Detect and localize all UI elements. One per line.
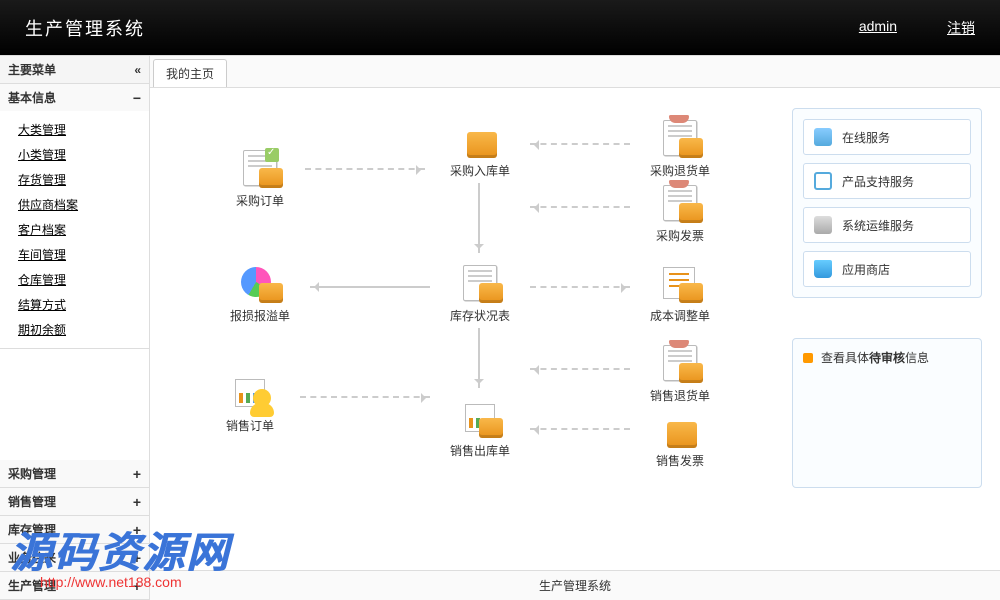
arrow-icon [478,328,480,388]
arrow-icon [530,286,630,288]
audit-text: 查看具体待审核信息 [821,349,929,366]
clipboard-box-icon [655,343,705,383]
node-purchase-order[interactable]: 采购订单 [220,148,300,209]
service-ops-button[interactable]: 系统运维服务 [803,207,971,243]
chart-person-icon [225,373,275,413]
node-cost-adjust[interactable]: 成本调整单 [640,263,720,324]
sidebar-section-header[interactable]: 采购管理+ [0,460,149,487]
monitor-icon [814,172,832,190]
plus-icon: + [133,578,141,594]
arrow-icon [530,143,630,145]
node-purchase-return[interactable]: 采购退货单 [640,118,720,179]
user-link[interactable]: admin [859,18,897,38]
sidebar-item[interactable]: 结算方式 [18,292,149,317]
app-title: 生产管理系统 [25,15,145,41]
sidebar-item[interactable]: 小类管理 [18,142,149,167]
sidebar-item[interactable]: 供应商档案 [18,192,149,217]
node-sales-out[interactable]: 销售出库单 [440,398,520,459]
node-loss-overflow[interactable]: 报损报溢单 [220,263,300,324]
plus-icon: + [133,494,141,510]
box-icon [655,408,705,448]
node-sales-order[interactable]: 销售订单 [210,373,290,434]
sidebar-item[interactable]: 存货管理 [18,167,149,192]
logout-link[interactable]: 注销 [947,18,975,38]
clipboard-box-icon [655,118,705,158]
pie-chart-icon [235,263,285,303]
service-online-button[interactable]: 在线服务 [803,119,971,155]
arrow-icon [530,368,630,370]
sidebar-section-header[interactable]: 库存管理+ [0,516,149,543]
audit-link[interactable]: 待审核 [869,351,905,365]
document-check-icon [235,148,285,188]
collapse-icon[interactable]: « [134,63,141,77]
list-box-icon [655,263,705,303]
sidebar-section-header[interactable]: 业务往来+ [0,544,149,571]
sidebar-section-basic: 基本信息 − 大类管理 小类管理 存货管理 供应商档案 客户档案 车间管理 仓库… [0,84,149,349]
node-purchase-in[interactable]: 采购入库单 [440,118,520,179]
document-box-icon [455,263,505,303]
node-sales-return[interactable]: 销售退货单 [640,343,720,404]
chart-box-icon [455,398,505,438]
store-icon [814,260,832,278]
plus-icon: + [133,550,141,566]
sidebar-item[interactable]: 大类管理 [18,117,149,142]
sidebar: 主要菜单 « 基本信息 − 大类管理 小类管理 存货管理 供应商档案 客户档案 … [0,56,150,600]
sidebar-section-header[interactable]: 基本信息 − [0,84,149,111]
plus-icon: + [133,522,141,538]
node-sales-invoice[interactable]: 销售发票 [640,408,720,469]
arrow-icon [310,286,430,288]
bullet-icon [803,353,813,363]
workflow-canvas: 采购订单 采购入库单 采购退货单 采购发票 报损报溢单 [150,88,1000,570]
box-in-icon [455,118,505,158]
sidebar-section-header[interactable]: 销售管理+ [0,488,149,515]
clipboard-box-icon [655,183,705,223]
arrow-icon [530,428,630,430]
service-product-button[interactable]: 产品支持服务 [803,163,971,199]
sidebar-item[interactable]: 仓库管理 [18,267,149,292]
app-header: 生产管理系统 admin 注销 [0,0,1000,55]
services-panel: 在线服务 产品支持服务 系统运维服务 应用商店 [792,108,982,298]
node-purchase-invoice[interactable]: 采购发票 [640,183,720,244]
minus-icon: − [133,90,141,106]
sidebar-section-header[interactable]: 生产管理+ [0,572,149,599]
audit-panel: 查看具体待审核信息 [792,338,982,488]
arrow-icon [300,396,430,398]
node-inventory-status[interactable]: 库存状况表 [440,263,520,324]
arrow-icon [530,206,630,208]
sidebar-header: 主要菜单 « [0,56,149,84]
sidebar-title: 主要菜单 [8,61,56,78]
tab-home[interactable]: 我的主页 [153,59,227,87]
sidebar-item[interactable]: 期初余额 [18,317,149,342]
headset-icon [814,128,832,146]
arrow-icon [305,168,425,170]
tab-bar: 我的主页 [150,56,1000,88]
sidebar-item[interactable]: 客户档案 [18,217,149,242]
arrow-icon [478,183,480,253]
service-store-button[interactable]: 应用商店 [803,251,971,287]
plus-icon: + [133,466,141,482]
server-icon [814,216,832,234]
sidebar-item[interactable]: 车间管理 [18,242,149,267]
footer-text: 生产管理系统 [150,570,1000,600]
